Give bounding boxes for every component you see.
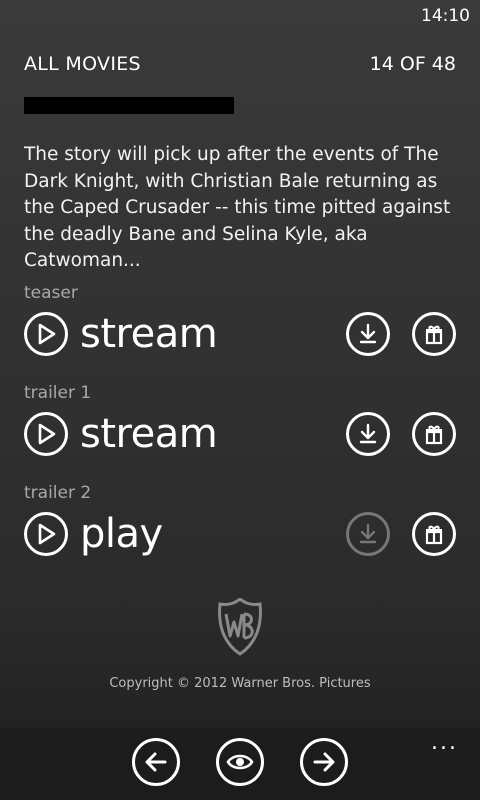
download-icon <box>359 323 377 344</box>
download-icon <box>359 423 377 444</box>
clip-label-trailer-2: trailer 2 <box>24 483 92 503</box>
redacted-title-bar <box>24 97 234 114</box>
clip-label-trailer-1: trailer 1 <box>24 383 92 403</box>
play-icon <box>24 412 68 456</box>
gift-button[interactable] <box>412 412 456 456</box>
action-label: stream <box>80 311 218 357</box>
eye-icon <box>226 754 254 770</box>
clip-row-teaser: stream <box>24 312 456 356</box>
more-options-button[interactable]: ... <box>431 730 458 755</box>
download-button-disabled <box>346 512 390 556</box>
play-icon <box>24 312 68 356</box>
gift-button[interactable] <box>412 512 456 556</box>
wb-shield-logo <box>216 597 264 656</box>
copyright-notice: Copyright © 2012 Warner Bros. Pictures <box>109 676 371 691</box>
view-button[interactable] <box>216 738 264 786</box>
clip-row-trailer-2: play <box>24 512 456 556</box>
status-time: 14:10 <box>421 6 470 26</box>
play-button[interactable]: play <box>24 512 163 556</box>
arrow-left-icon <box>145 752 167 772</box>
action-label: play <box>80 511 163 557</box>
application-bar: ... <box>0 728 480 800</box>
gift-icon <box>425 425 443 445</box>
clip-row-trailer-1: stream <box>24 412 456 456</box>
gift-icon <box>425 325 443 345</box>
item-counter: 14 OF 48 <box>369 53 456 75</box>
action-label: stream <box>80 411 218 457</box>
movie-description: The story will pick up after the events … <box>24 144 451 271</box>
play-stream-button[interactable]: stream <box>24 311 218 357</box>
clip-label-teaser: teaser <box>24 283 78 303</box>
play-stream-button[interactable]: stream <box>24 411 218 457</box>
gift-button[interactable] <box>412 312 456 356</box>
download-icon <box>359 523 377 544</box>
download-button[interactable] <box>346 312 390 356</box>
previous-button[interactable] <box>132 738 180 786</box>
arrow-right-icon <box>313 752 335 772</box>
page-title: ALL MOVIES <box>24 53 141 75</box>
play-icon <box>24 512 68 556</box>
gift-icon <box>425 525 443 545</box>
download-button[interactable] <box>346 412 390 456</box>
next-button[interactable] <box>300 738 348 786</box>
